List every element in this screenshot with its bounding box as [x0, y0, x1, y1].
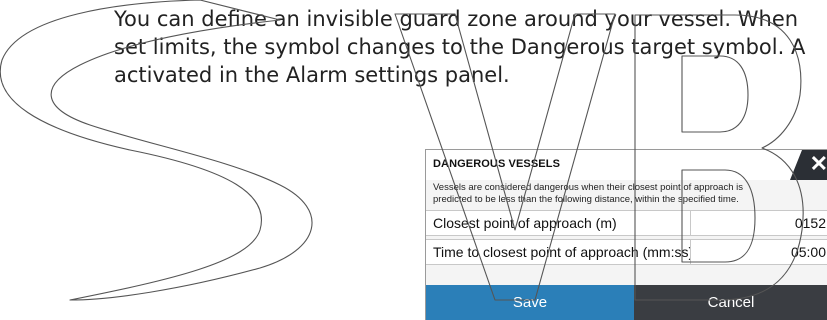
paragraph-line: You can define an invisible guard zone a… [114, 7, 799, 31]
closest-point-label: Closest point of approach (m) [433, 215, 617, 231]
close-button[interactable]: ✕ [790, 150, 827, 180]
close-icon[interactable]: ✕ [810, 152, 827, 176]
cancel-button[interactable]: Cancel [634, 285, 827, 320]
description-line: predicted to be less than the following … [433, 194, 739, 205]
dialog-header: DANGEROUS VESSELS ✕ [426, 150, 827, 180]
body-paragraph: You can define an invisible guard zone a… [114, 5, 827, 89]
dangerous-vessels-dialog: DANGEROUS VESSELS ✕ Vessels are consider… [425, 149, 827, 320]
dialog-description: Vessels are considered dangerous when th… [433, 182, 825, 206]
closest-point-input[interactable]: 0152 [690, 211, 827, 235]
paragraph-line: set limits, the symbol changes to the Da… [114, 35, 806, 59]
paragraph-line: activated in the Alarm settings panel. [114, 63, 510, 87]
closest-point-row: Closest point of approach (m) 0152 [426, 210, 827, 236]
save-button[interactable]: Save [426, 285, 634, 320]
dialog-title: DANGEROUS VESSELS [433, 158, 561, 170]
time-to-closest-input[interactable]: 05:00 [690, 240, 827, 264]
time-to-closest-label: Time to closest point of approach (mm:ss… [433, 244, 694, 260]
time-to-closest-row: Time to closest point of approach (mm:ss… [426, 239, 827, 265]
description-line: Vessels are considered dangerous when th… [433, 182, 743, 193]
